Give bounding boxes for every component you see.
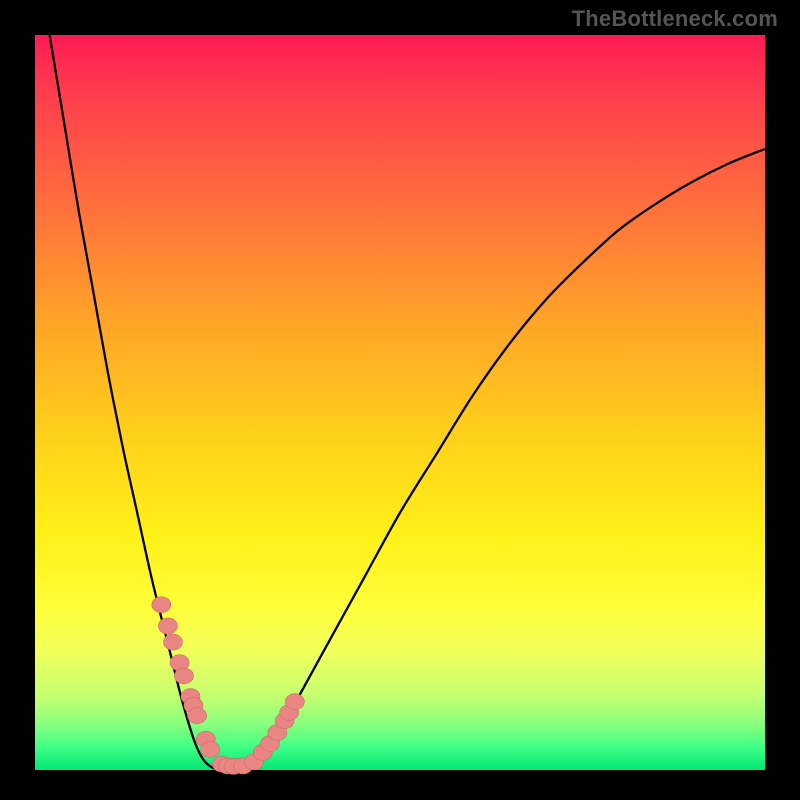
data-marker <box>152 597 171 613</box>
chart-frame: TheBottleneck.com <box>0 0 800 800</box>
data-marker <box>163 634 182 650</box>
data-marker <box>188 708 207 724</box>
data-marker <box>158 618 177 634</box>
data-marker <box>285 694 304 710</box>
data-marker <box>174 668 193 684</box>
plot-area <box>35 35 765 770</box>
bottleneck-curve <box>50 35 765 770</box>
data-marker <box>201 741 220 757</box>
watermark-text: TheBottleneck.com <box>572 6 778 32</box>
marker-group <box>152 597 305 775</box>
chart-svg <box>35 35 765 770</box>
